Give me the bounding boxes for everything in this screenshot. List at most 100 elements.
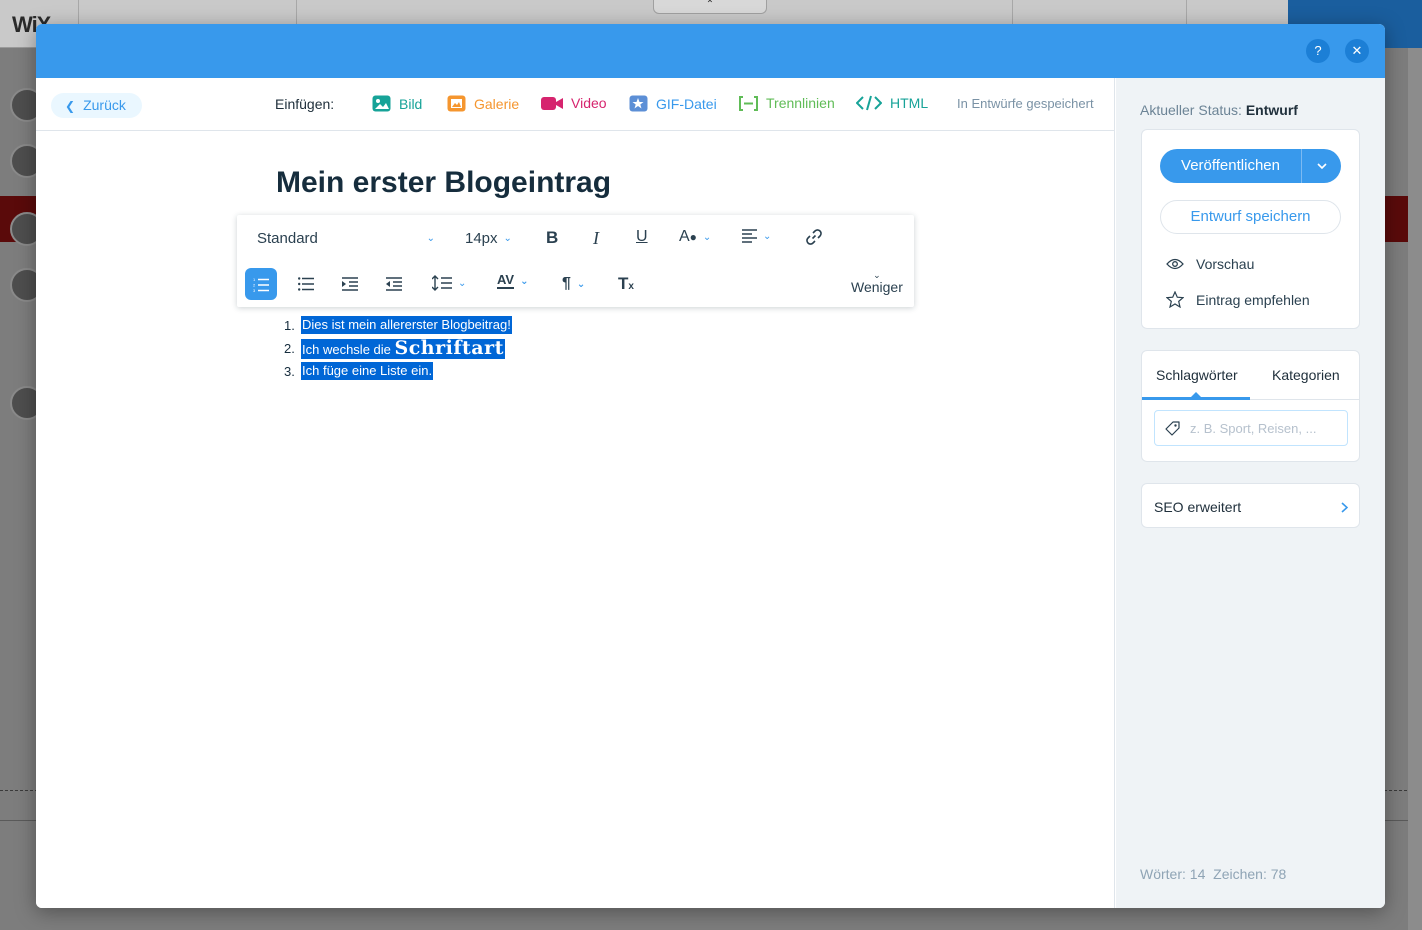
char-count-value: Zeichen: 78 <box>1213 866 1287 882</box>
list-item-text[interactable]: Dies ist mein allererster Blogbeitrag! <box>301 316 512 334</box>
seo-advanced-row[interactable]: SEO erweitert <box>1154 499 1348 515</box>
bullet-list-icon <box>298 277 314 291</box>
align-left-icon <box>742 229 757 243</box>
tag-icon <box>1165 420 1180 436</box>
underline-button[interactable]: U <box>636 228 648 246</box>
outdent-icon <box>386 277 402 291</box>
status-value: Entwurf <box>1245 102 1298 118</box>
indent-icon <box>342 277 358 291</box>
indent-button[interactable] <box>342 277 358 291</box>
publish-sidebar: Aktueller Status: Entwurf Veröffentliche… <box>1116 78 1385 908</box>
ordered-list-icon: 123 <box>253 277 269 292</box>
scrollbar-background <box>1408 48 1422 930</box>
publish-button[interactable]: Veröffentlichen <box>1160 149 1301 183</box>
text-style-dropdown[interactable]: Standard ⌄ <box>257 230 435 247</box>
insert-html-button[interactable]: HTML <box>856 95 928 111</box>
status-label: Aktueller Status: <box>1140 102 1242 118</box>
list-item-text[interactable]: Ich wechsle die Schriftart <box>301 339 505 359</box>
line-spacing-icon <box>432 275 452 291</box>
chevron-down-icon: ⌄ <box>503 233 512 244</box>
back-button[interactable]: ❮ Zurück <box>51 93 142 118</box>
insert-toolbar: ❮ Zurück Einfügen: Bild Galerie Video GIF… <box>36 78 1115 131</box>
link-button[interactable] <box>805 228 823 246</box>
ordered-list-button[interactable]: 123 <box>245 268 277 300</box>
tag-input-field[interactable] <box>1154 410 1348 446</box>
font-size-dropdown[interactable]: 14px ⌄ <box>465 230 512 247</box>
letter-spacing-icon: AV <box>497 272 515 289</box>
word-count-value: Wörter: 14 <box>1140 866 1206 882</box>
letter-spacing-button[interactable]: AV ⌄ <box>497 273 529 289</box>
help-button[interactable]: ? <box>1306 39 1330 63</box>
line-spacing-button[interactable]: ⌄ <box>432 275 466 291</box>
text-color-button[interactable]: A● ⌄ <box>679 228 711 246</box>
underline-icon: U <box>636 228 648 245</box>
chevron-down-icon: ⌄ <box>520 275 529 287</box>
bold-button[interactable]: B <box>546 228 558 248</box>
chevron-down-icon: ⌄ <box>576 278 586 290</box>
chevron-left-icon: ❮ <box>65 99 76 113</box>
recommend-post-label: Eintrag empfehlen <box>1196 291 1310 308</box>
gif-icon <box>629 95 648 112</box>
insert-image-label: Bild <box>399 95 423 112</box>
divider-icon <box>739 95 758 111</box>
link-icon <box>806 229 822 245</box>
insert-image-button[interactable]: Bild <box>372 95 422 112</box>
text-direction-button[interactable]: ¶ ⌄ <box>562 275 585 293</box>
insert-gif-button[interactable]: GIF-Datei <box>629 95 717 112</box>
chevron-down-icon <box>1316 163 1327 169</box>
italic-button[interactable]: I <box>593 228 599 249</box>
text-color-icon: A● <box>679 228 697 245</box>
less-options-button[interactable]: ⌄ Weniger <box>851 271 903 296</box>
insert-video-label: Video <box>571 95 607 111</box>
publish-card: Veröffentlichen Entwurf speichern Vorsch… <box>1141 129 1360 329</box>
paragraph-direction-icon: ¶ <box>562 275 571 292</box>
blog-editor-modal: ? ✕ ❮ Zurück Einfügen: Bild Galerie Video <box>36 24 1385 908</box>
active-tab-indicator <box>1142 397 1250 400</box>
collapse-handle: ⌃ <box>653 0 767 14</box>
close-button[interactable]: ✕ <box>1345 39 1369 63</box>
insert-video-button[interactable]: Video <box>541 95 607 111</box>
chevron-down-icon: ⌄ <box>763 230 772 242</box>
alignment-button[interactable]: ⌄ <box>742 229 771 243</box>
insert-html-label: HTML <box>890 95 929 111</box>
video-icon <box>541 96 563 110</box>
current-status: Aktueller Status: Entwurf <box>1140 102 1298 118</box>
seo-card[interactable]: SEO erweitert <box>1141 483 1360 528</box>
list-item-number: 2. <box>284 341 295 356</box>
insert-label: Einfügen: <box>275 96 335 112</box>
chevron-right-icon <box>1341 501 1348 513</box>
tab-tags[interactable]: Schlagwörter <box>1156 367 1238 383</box>
clear-formatting-button[interactable]: Tx <box>618 274 634 294</box>
image-icon <box>372 95 391 112</box>
preview-link[interactable]: Vorschau <box>1166 256 1254 272</box>
outdent-button[interactable] <box>386 277 402 291</box>
seo-advanced-label: SEO erweitert <box>1154 499 1242 515</box>
bold-icon: B <box>546 228 559 247</box>
italic-icon: I <box>593 228 599 248</box>
back-button-label: Zurück <box>83 97 126 113</box>
tag-input[interactable] <box>1190 420 1340 436</box>
publish-options-button[interactable] <box>1302 149 1341 183</box>
tags-categories-tabs: Schlagwörter Kategorien <box>1142 351 1359 400</box>
insert-gallery-button[interactable]: Galerie <box>447 95 519 112</box>
post-title[interactable]: Mein erster Blogeintrag <box>276 166 611 200</box>
list-item-text[interactable]: Ich füge eine Liste ein. <box>301 362 434 380</box>
svg-text:2: 2 <box>253 282 256 287</box>
save-draft-button[interactable]: Entwurf speichern <box>1160 200 1341 234</box>
list-item-number: 3. <box>284 364 295 379</box>
chevron-down-icon: ⌄ <box>702 231 712 243</box>
tab-categories[interactable]: Kategorien <box>1272 367 1340 383</box>
bullet-list-button[interactable] <box>298 277 314 291</box>
insert-divider-button[interactable]: Trennlinien <box>739 95 835 111</box>
tags-categories-card: Schlagwörter Kategorien <box>1141 350 1360 462</box>
chevron-down-icon: ⌄ <box>426 233 435 244</box>
eye-icon <box>1166 258 1184 270</box>
list-item-number: 1. <box>284 318 295 333</box>
font-size-value: 14px <box>465 230 498 247</box>
saved-status: In Entwürfe gespeichert <box>957 96 1094 111</box>
chevron-down-icon: ⌄ <box>458 277 467 289</box>
formatting-toolbar: Standard ⌄ 14px ⌄ B I U A● ⌄ ⌄ 1 2 3 ⌄ A… <box>237 215 914 307</box>
clear-formatting-icon: Tx <box>618 274 634 293</box>
recommend-post-link[interactable]: Eintrag empfehlen <box>1166 291 1310 308</box>
preview-label: Vorschau <box>1196 256 1255 272</box>
